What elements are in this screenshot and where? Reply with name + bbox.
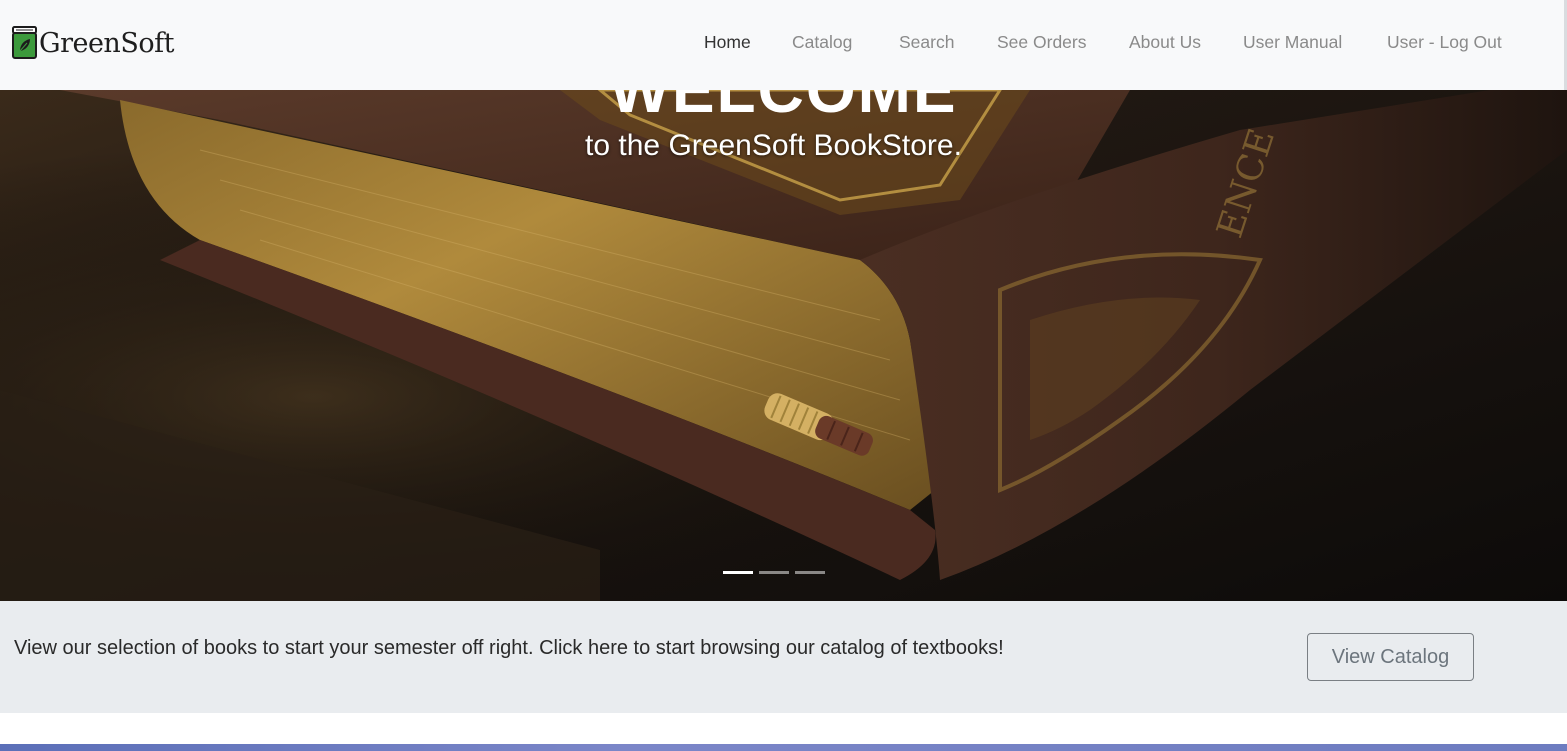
catalog-callout: View our selection of books to start you… — [0, 601, 1567, 713]
navbar: GreenSoft Home Catalog Search See Orders… — [0, 0, 1567, 90]
nav-see-orders[interactable]: See Orders — [997, 31, 1086, 53]
nav-home[interactable]: Home — [704, 31, 751, 53]
carousel-indicator-2[interactable] — [759, 571, 789, 574]
nav-about-us[interactable]: About Us — [1129, 31, 1201, 53]
hero-carousel: ENCE WELCOME to the GreenSoft BookStore. — [0, 90, 1567, 601]
main-nav: Home Catalog Search See Orders About Us … — [0, 31, 1564, 53]
hero-subheading: to the GreenSoft BookStore. — [585, 129, 962, 162]
hero-heading: WELCOME — [609, 90, 958, 126]
carousel-indicator-1[interactable] — [723, 571, 753, 574]
hero-book-image: ENCE — [0, 90, 1567, 601]
nav-user-manual[interactable]: User Manual — [1243, 31, 1342, 53]
nav-user-log-out[interactable]: User - Log Out — [1387, 31, 1502, 53]
nav-search[interactable]: Search — [899, 31, 954, 53]
nav-catalog[interactable]: Catalog — [792, 31, 852, 53]
view-catalog-button[interactable]: View Catalog — [1307, 633, 1474, 681]
catalog-callout-text: View our selection of books to start you… — [14, 637, 1004, 659]
carousel-indicator-3[interactable] — [795, 571, 825, 574]
next-section-banner — [0, 744, 1567, 751]
